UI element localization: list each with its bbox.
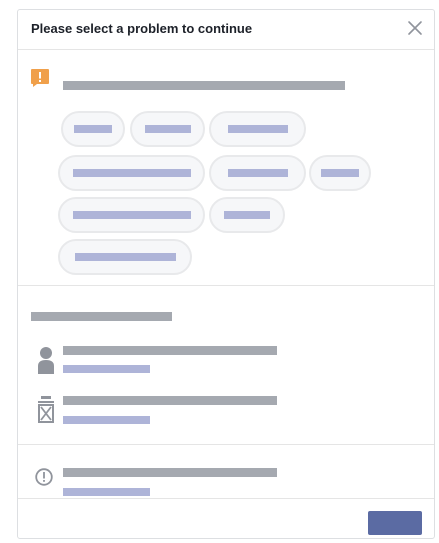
problem-option[interactable] xyxy=(209,155,306,191)
problem-option-label xyxy=(227,169,288,177)
option-row[interactable] xyxy=(18,334,434,378)
info-icon xyxy=(35,468,53,486)
continue-button[interactable] xyxy=(368,511,422,535)
problem-option-label xyxy=(74,125,112,133)
warning-icon xyxy=(31,69,49,87)
problem-option-label xyxy=(227,125,288,133)
dialog-title: Please select a problem to continue xyxy=(31,21,253,36)
other-steps-section xyxy=(18,286,434,445)
info-subtitle xyxy=(63,488,150,496)
problem-option-label xyxy=(74,253,176,261)
dialog-header: Please select a problem to continue xyxy=(18,10,434,50)
problem-option-label xyxy=(321,169,359,177)
problem-options-section xyxy=(18,50,434,286)
problem-option-label xyxy=(72,169,191,177)
info-section xyxy=(18,445,434,499)
problem-option[interactable] xyxy=(58,155,205,191)
problem-option[interactable] xyxy=(58,239,192,275)
problem-option[interactable] xyxy=(209,197,285,233)
close-icon[interactable] xyxy=(407,20,423,36)
problem-option[interactable] xyxy=(61,111,125,147)
problem-prompt-text xyxy=(63,81,345,90)
delete-icon xyxy=(38,396,54,423)
dialog-footer xyxy=(18,499,434,538)
problem-option[interactable] xyxy=(309,155,371,191)
option-subtitle xyxy=(63,365,150,373)
problem-option[interactable] xyxy=(58,197,205,233)
option-title xyxy=(63,346,277,355)
section-heading xyxy=(31,312,172,321)
problem-option-label xyxy=(72,211,191,219)
report-problem-dialog: Please select a problem to continue xyxy=(17,9,435,539)
option-subtitle xyxy=(63,416,150,424)
problem-option-label xyxy=(224,211,270,219)
info-title xyxy=(63,468,277,477)
option-title xyxy=(63,396,277,405)
person-icon xyxy=(38,347,54,374)
option-row[interactable] xyxy=(18,388,434,432)
problem-option[interactable] xyxy=(130,111,205,147)
problem-option-label xyxy=(144,125,191,133)
problem-option[interactable] xyxy=(209,111,306,147)
